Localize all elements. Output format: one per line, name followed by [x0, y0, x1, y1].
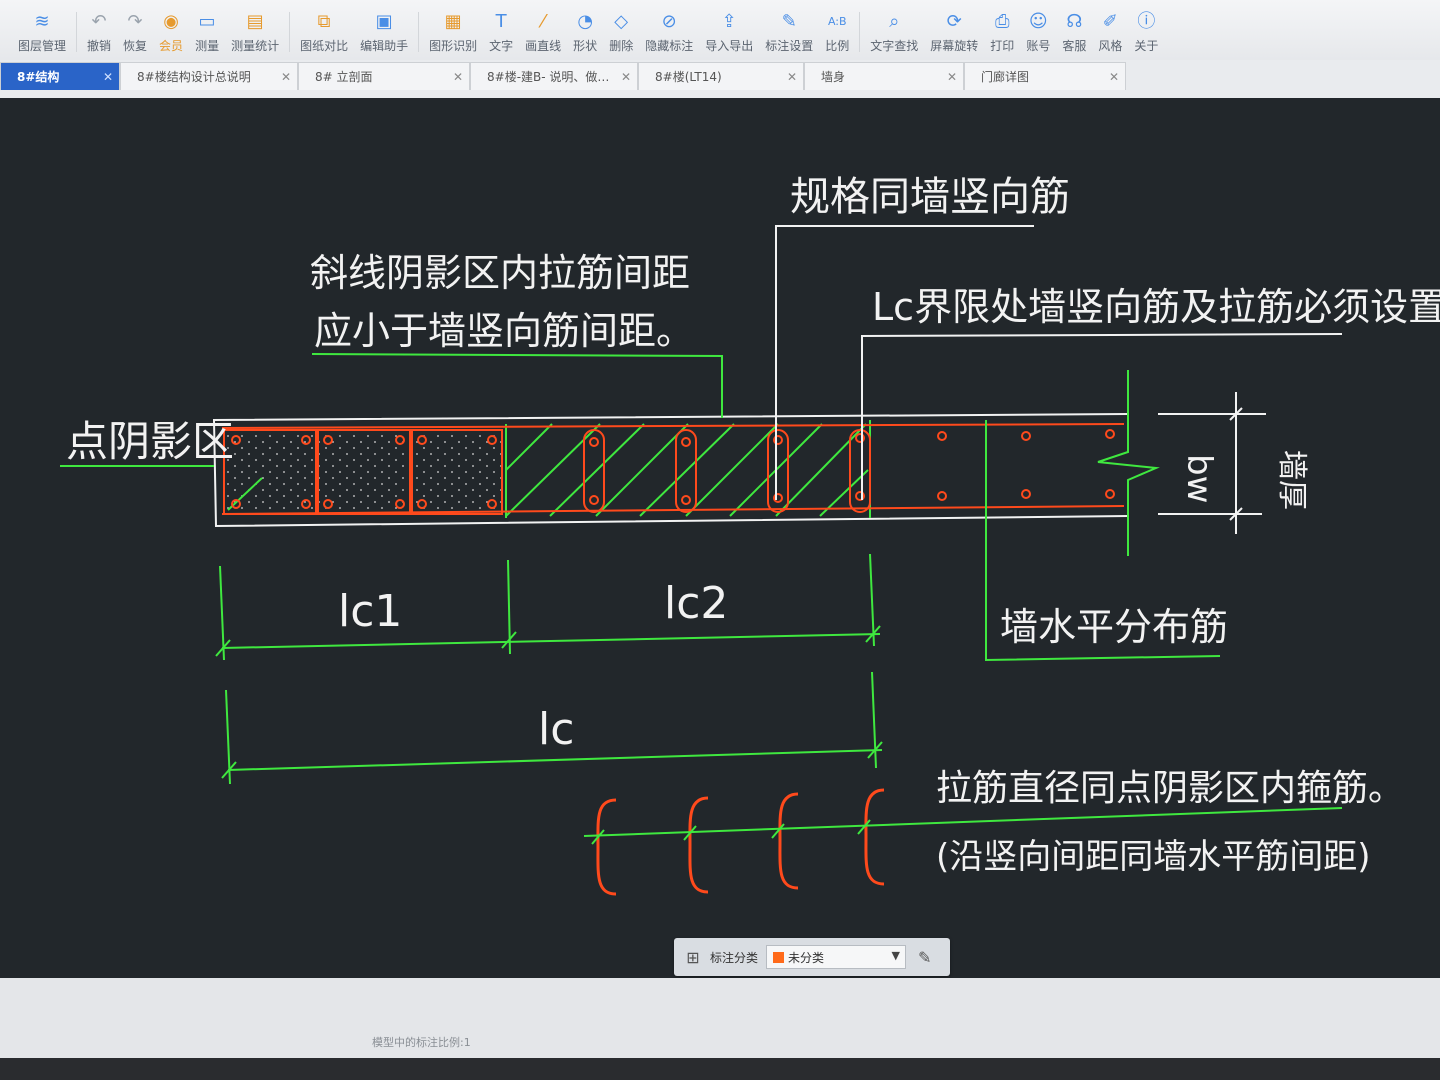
tab-wall-body[interactable]: 墙身 ✕: [804, 62, 964, 90]
delete-button[interactable]: ◇ 删除: [603, 4, 639, 60]
vip-icon: ◉: [163, 11, 179, 32]
annotation-scale-text: 模型中的标注比例:1: [372, 1036, 471, 1049]
classify-select[interactable]: 未分类 ▼: [766, 945, 907, 969]
account-icon: ☺: [1028, 11, 1048, 32]
leader-lines-white: [775, 225, 1343, 500]
print-icon: ⎙: [995, 11, 1010, 32]
text-icon: T: [495, 11, 507, 32]
callout-hatch-line1: 斜线阴影区内拉筋间距: [310, 251, 690, 295]
account-button[interactable]: ☺ 账号: [1020, 4, 1056, 60]
note-line2: (沿竖向间距同墙水平筋间距): [936, 837, 1371, 877]
eraser-icon: ◇: [614, 11, 629, 32]
shape-recognition-icon: ▦: [444, 11, 462, 32]
tab-8-building-notes[interactable]: 8#楼-建B- 说明、做… ✕: [470, 62, 638, 90]
category-color-swatch: [773, 951, 785, 963]
main-toolbar: ≋ 图层管理 ↶ 撤销 ↷ 恢复 ◉ 会员 ▭ 测量 ▤ 测量统计 ⧉ 图纸对比…: [0, 0, 1440, 60]
toolbar-separator: [859, 12, 861, 52]
screen-rotate-icon: ⟳: [946, 11, 962, 32]
callout-lc-text: Lc界限处墙竖向筋及拉筋必须设置: [872, 285, 1440, 329]
wall-thickness-label: 墙厚: [1274, 450, 1309, 510]
close-icon[interactable]: ✕: [281, 63, 291, 90]
measure-button[interactable]: ▭ 测量: [189, 4, 225, 60]
scale-button[interactable]: A:B 比例: [819, 4, 855, 60]
redo-icon: ↷: [127, 11, 143, 32]
compare-icon: ⧉: [317, 11, 331, 32]
edit-icon[interactable]: ✎: [918, 948, 931, 967]
undo-icon: ↶: [91, 11, 107, 32]
toolbar-separator: [76, 12, 78, 52]
line-icon: ⁄: [541, 11, 545, 32]
tab-8-structure[interactable]: 8#结构 ✕: [0, 62, 120, 90]
redo-button[interactable]: ↷ 恢复: [117, 4, 153, 60]
toolbar-separator: [418, 12, 420, 52]
measure-stats-icon: ▤: [246, 11, 264, 32]
tie-bar-detail: [596, 788, 885, 896]
dim-lc2-label: lc2: [664, 578, 728, 629]
cad-drawing: bw 墙厚 lc1 lc2 lc 规格同墙竖向筋 斜线阴影区内拉筋间距 应小于墙…: [60, 174, 1440, 896]
dotted-shade-zone: [222, 428, 504, 516]
tab-8-elevation-section[interactable]: 8# 立剖面 ✕: [298, 62, 470, 90]
vip-button[interactable]: ◉ 会员: [153, 4, 189, 60]
line-button[interactable]: ⁄ 画直线: [519, 4, 567, 60]
close-icon[interactable]: ✕: [453, 63, 463, 90]
undo-button[interactable]: ↶ 撤销: [81, 4, 117, 60]
support-icon: ☊: [1066, 11, 1083, 32]
edit-assistant-button[interactable]: ▣ 编辑助手: [354, 4, 414, 60]
text-search-icon: ⌕: [889, 11, 900, 32]
layer-manager-button[interactable]: ≋ 图层管理: [0, 4, 72, 60]
shape-recognition-button[interactable]: ▦ 图形识别: [423, 4, 483, 60]
print-button[interactable]: ⎙ 打印: [984, 4, 1020, 60]
about-button[interactable]: ⓘ 关于: [1128, 4, 1164, 60]
measure-stats-button[interactable]: ▤ 测量统计: [225, 4, 285, 60]
layers-icon: ≋: [34, 11, 50, 32]
bw-label: bw: [1179, 454, 1219, 503]
annotation-settings-icon: ✎: [781, 11, 797, 32]
compare-button[interactable]: ⧉ 图纸对比: [294, 4, 354, 60]
monitor-bezel: [0, 1058, 1440, 1080]
shape-button[interactable]: ◔ 形状: [567, 4, 603, 60]
close-icon[interactable]: ✕: [947, 63, 957, 90]
drawing-canvas[interactable]: bw 墙厚 lc1 lc2 lc 规格同墙竖向筋 斜线阴影区内拉筋间距 应小于墙…: [0, 98, 1440, 978]
style-button[interactable]: ✐ 风格: [1092, 4, 1128, 60]
toolbar-separator: [289, 12, 291, 52]
text-button[interactable]: T 文字: [483, 4, 519, 60]
note-line1: 拉筋直径同点阴影区内箍筋。: [936, 768, 1404, 809]
dim-lc1-label: lc1: [338, 586, 402, 637]
about-icon: ⓘ: [1137, 11, 1156, 32]
grid-icon: ⊞: [686, 947, 700, 967]
ruler-icon: ▭: [198, 11, 216, 32]
callout-hatch-line2: 应小于墙竖向筋间距。: [314, 309, 694, 353]
close-icon[interactable]: ✕: [1109, 63, 1119, 90]
hide-annotation-icon: ⊘: [661, 11, 677, 32]
style-icon: ✐: [1102, 11, 1118, 32]
tab-porch-detail[interactable]: 门廊详图 ✕: [964, 62, 1126, 90]
close-icon[interactable]: ✕: [621, 63, 631, 90]
import-export-icon: ⇪: [721, 11, 737, 32]
tab-8-lt14[interactable]: 8#楼(LT14) ✕: [638, 62, 804, 90]
shape-icon: ◔: [577, 11, 594, 32]
scale-icon: A:B: [827, 15, 847, 28]
hide-annotation-button[interactable]: ⊘ 隐藏标注: [639, 4, 699, 60]
dot-zone-label: 点阴影区: [66, 417, 234, 466]
status-bar: 模型中的标注比例:1: [0, 978, 1440, 1080]
tab-8-structure-general-notes[interactable]: 8#楼结构设计总说明 ✕: [120, 62, 298, 90]
screen-rotate-button[interactable]: ⟳ 屏幕旋转: [924, 4, 984, 60]
callout-spec-text: 规格同墙竖向筋: [790, 174, 1070, 220]
import-export-button[interactable]: ⇪ 导入导出: [699, 4, 759, 60]
annotation-classify-bar: ⊞ 标注分类 未分类 ▼ ✎: [674, 938, 950, 976]
text-search-button[interactable]: ⌕ 文字查找: [864, 4, 924, 60]
close-icon[interactable]: ✕: [103, 63, 113, 90]
chevron-down-icon: ▼: [891, 949, 901, 962]
edit-assistant-icon: ▣: [375, 11, 393, 32]
close-icon[interactable]: ✕: [787, 63, 797, 90]
annotation-settings-button[interactable]: ✎ 标注设置: [759, 4, 819, 60]
support-button[interactable]: ☊ 客服: [1056, 4, 1092, 60]
horizontal-bar-label: 墙水平分布筋: [1000, 605, 1228, 649]
dim-lc-label: lc: [538, 704, 574, 755]
document-tabbar: 8#结构 ✕ 8#楼结构设计总说明 ✕ 8# 立剖面 ✕ 8#楼-建B- 说明、…: [0, 60, 1440, 99]
